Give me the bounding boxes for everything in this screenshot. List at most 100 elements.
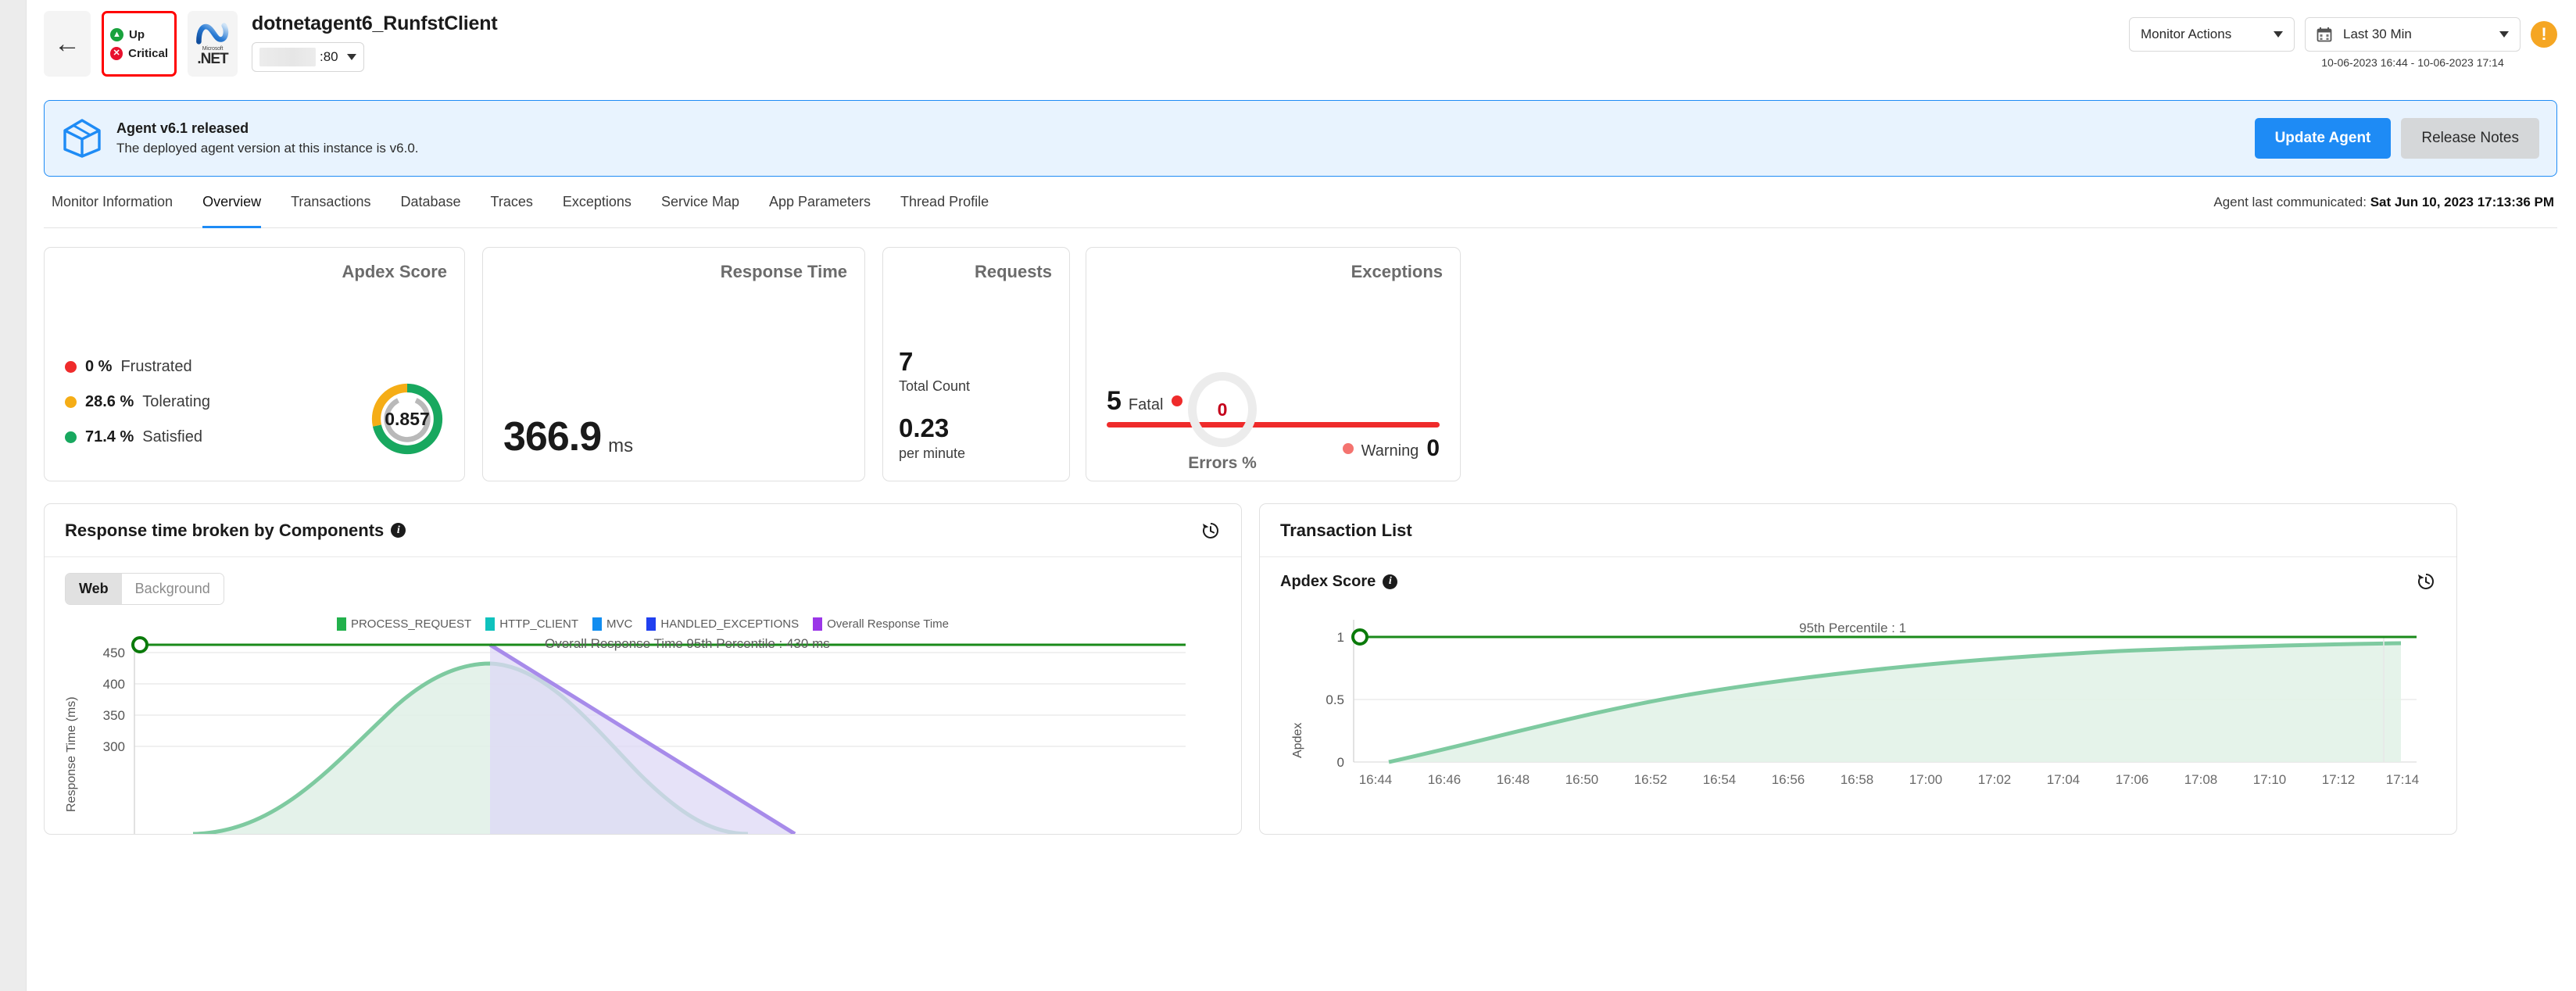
svg-text:17:10: 17:10 (2253, 772, 2287, 787)
fatal-count: 5 (1107, 388, 1122, 414)
tolerating-dot-icon (65, 396, 77, 408)
legend-item-http-client[interactable]: HTTP_CLIENT (485, 617, 578, 631)
legend-swatch-icon (646, 617, 656, 631)
host-name-masked (259, 48, 316, 66)
host-port-label: :80 (320, 49, 338, 65)
x-circle-icon: ✕ (110, 47, 123, 60)
monitor-actions-dropdown[interactable]: Monitor Actions (2129, 17, 2295, 52)
bottom-panels: Response time broken by Components i Web… (44, 503, 2557, 835)
status-up: ▲ Up (110, 28, 168, 41)
update-agent-button[interactable]: Update Agent (2255, 118, 2392, 159)
host-instance-select[interactable]: :80 (252, 42, 364, 72)
legend-item-process-request[interactable]: PROCESS_REQUEST (337, 617, 471, 631)
components-chart[interactable]: Response Time (ms) 450 400 350 300 (45, 631, 1241, 834)
tab-app-parameters[interactable]: App Parameters (754, 177, 886, 228)
satisfied-label: Satisfied (142, 428, 202, 446)
tab-exceptions[interactable]: Exceptions (548, 177, 646, 228)
apdex-donut-chart: 0.857 (370, 382, 444, 456)
tab-service-map[interactable]: Service Map (646, 177, 754, 228)
exceptions-card-title: Exceptions (1351, 262, 1443, 282)
main-tabbar: Monitor Information Overview Transaction… (44, 177, 2557, 228)
package-box-icon (62, 118, 102, 159)
tab-monitor-information[interactable]: Monitor Information (44, 177, 188, 228)
time-range-label: Last 30 Min (2343, 27, 2412, 42)
history-clock-icon[interactable] (2416, 571, 2436, 592)
svg-text:0: 0 (1337, 755, 1344, 770)
collapsed-sidebar-rail[interactable] (0, 0, 27, 991)
components-panel-title: Response time broken by Components (65, 521, 384, 541)
info-icon[interactable]: i (1383, 574, 1397, 589)
legend-label: HTTP_CLIENT (499, 617, 578, 631)
monitor-title-block: dotnetagent6_RunfstClient :80 (252, 11, 497, 72)
svg-text:16:50: 16:50 (1565, 772, 1599, 787)
tolerating-label: Tolerating (142, 393, 210, 411)
svg-text:17:08: 17:08 (2184, 772, 2218, 787)
transaction-apdex-chart[interactable]: Apdex 1 0.5 0 (1260, 606, 2456, 817)
legend-item-overall-response-time[interactable]: Overall Response Time (813, 617, 949, 631)
errors-label: Errors % (1160, 454, 1285, 473)
time-range-block: Last 30 Min 10-06-2023 16:44 - 10-06-202… (2305, 17, 2521, 69)
tab-database[interactable]: Database (385, 177, 475, 228)
segment-web[interactable]: Web (66, 574, 122, 604)
svg-text:16:48: 16:48 (1497, 772, 1530, 787)
app-root: ← ▲ Up ✕ Critical Micr (0, 0, 2576, 991)
warning-label: Warning (1361, 442, 1419, 460)
svg-text:Overall Response Time 95th Per: Overall Response Time 95th Percentile : … (545, 636, 830, 651)
requests-card-body: 7 Total Count 0.23 per minute (883, 248, 1069, 481)
svg-text:17:04: 17:04 (2047, 772, 2080, 787)
spacer (899, 395, 970, 415)
svg-text:16:56: 16:56 (1772, 772, 1805, 787)
banner-subtitle: The deployed agent version at this insta… (116, 141, 419, 156)
apdex-breakdown-tolerating: 28.6 % Tolerating (65, 393, 210, 411)
legend-swatch-icon (337, 617, 346, 631)
calendar-icon (2317, 27, 2332, 42)
time-range-subtext: 10-06-2023 16:44 - 10-06-2023 17:14 (2321, 56, 2504, 69)
svg-text:16:54: 16:54 (1703, 772, 1737, 787)
segment-background[interactable]: Background (122, 574, 224, 604)
svg-text:95th Percentile : 1: 95th Percentile : 1 (1799, 621, 1906, 635)
legend-item-handled-exceptions[interactable]: HANDLED_EXCEPTIONS (646, 617, 799, 631)
legend-swatch-icon (813, 617, 822, 631)
tab-thread-profile[interactable]: Thread Profile (886, 177, 1004, 228)
svg-text:16:46: 16:46 (1428, 772, 1462, 787)
legend-item-mvc[interactable]: MVC (592, 617, 632, 631)
release-notes-button[interactable]: Release Notes (2401, 118, 2539, 159)
components-panel-header: Response time broken by Components i (45, 504, 1241, 557)
components-chart-legend: PROCESS_REQUEST HTTP_CLIENT MVC HANDLED_… (45, 617, 1241, 631)
dotnet-swoosh-icon (195, 22, 230, 45)
requests-counts: 7 Total Count 0.23 per minute (883, 349, 970, 463)
banner-buttons: Update Agent Release Notes (2255, 118, 2539, 159)
chevron-down-icon (2274, 31, 2283, 38)
apdex-breakdown-list: 0 % Frustrated 28.6 % Tolerating 71.4 % … (65, 358, 210, 460)
alert-warning-badge[interactable]: ! (2531, 21, 2557, 48)
response-time-card-title: Response Time (721, 262, 847, 282)
fatal-label: Fatal (1129, 396, 1163, 414)
legend-label: Overall Response Time (827, 617, 949, 631)
dotnet-label: .NET (197, 52, 227, 66)
transaction-apdex-title: Apdex Score (1280, 573, 1376, 591)
status-critical-label: Critical (128, 47, 168, 60)
transaction-panel-title: Transaction List (1280, 521, 1412, 541)
legend-swatch-icon (592, 617, 602, 631)
tab-traces[interactable]: Traces (476, 177, 548, 228)
svg-text:16:58: 16:58 (1841, 772, 1874, 787)
satisfied-pct: 71.4 % (85, 428, 134, 446)
response-time-card-body: 366.9 ms (483, 248, 864, 481)
apdex-chart-svg: 1 0.5 0 95th Percentile : 1 (1260, 606, 2456, 817)
warning-dot-icon (1343, 443, 1354, 454)
tab-transactions[interactable]: Transactions (276, 177, 385, 228)
apdex-chart-ylabel: Apdex (1291, 723, 1305, 758)
apdex-card-body: 0 % Frustrated 28.6 % Tolerating 71.4 % … (45, 248, 464, 481)
info-icon[interactable]: i (391, 523, 406, 538)
chevron-down-icon (347, 54, 356, 60)
frustrated-pct: 0 % (85, 358, 112, 376)
apdex-score-value: 0.857 (370, 382, 444, 456)
tab-overview[interactable]: Overview (188, 177, 276, 228)
svg-text:1: 1 (1337, 630, 1344, 645)
time-range-dropdown[interactable]: Last 30 Min (2305, 17, 2521, 52)
satisfied-dot-icon (65, 431, 77, 443)
tolerating-pct: 28.6 % (85, 393, 134, 411)
requests-total-count: 7 (899, 349, 970, 376)
back-button[interactable]: ← (44, 11, 91, 77)
history-clock-icon[interactable] (1200, 521, 1221, 541)
